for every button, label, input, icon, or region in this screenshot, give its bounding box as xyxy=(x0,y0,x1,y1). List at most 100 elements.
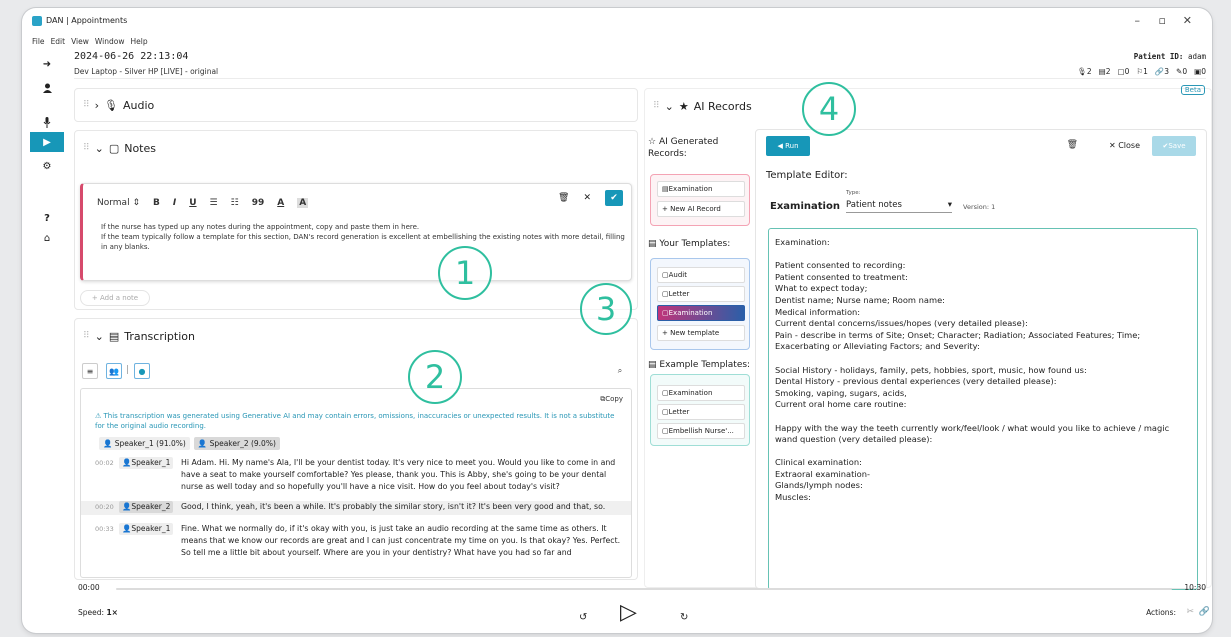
speaker-chip[interactable]: 👤 Speaker_2 (9.0%) xyxy=(193,437,280,450)
italic-button[interactable]: I xyxy=(173,198,176,208)
copy-button[interactable]: ⧉Copy xyxy=(600,395,623,404)
user-icon[interactable] xyxy=(30,78,64,98)
ai-records-header[interactable]: ⠿ ⌄ ★ AI Records xyxy=(653,89,752,123)
user-icon: 👤 xyxy=(122,458,132,467)
check-icon: ✔ xyxy=(610,193,618,203)
add-note-button[interactable]: + Add a note xyxy=(80,290,150,306)
play-icon[interactable]: ▶ xyxy=(30,132,64,152)
link-count-icon: 🔗 xyxy=(1154,67,1165,76)
menu-edit[interactable]: Edit xyxy=(51,37,66,46)
audio-header[interactable]: ⠿ › 🎙 Audio xyxy=(83,89,154,121)
line-time: 00:02 xyxy=(95,459,114,467)
rewind-icon[interactable]: ↺ xyxy=(579,612,587,623)
gears-icon[interactable]: ⚙ xyxy=(30,156,64,176)
text-color-button[interactable]: A xyxy=(277,198,284,208)
separator: | xyxy=(126,365,130,375)
menu-bar: File Edit View Window Help xyxy=(32,37,148,46)
forward-icon[interactable]: ↻ xyxy=(680,612,688,623)
save-button[interactable]: ✔ Save xyxy=(1152,136,1196,156)
microphone-icon[interactable] xyxy=(30,112,64,132)
ordered-list-icon[interactable]: ☰ xyxy=(210,198,218,208)
menu-file[interactable]: File xyxy=(32,37,45,46)
underline-button[interactable]: U xyxy=(189,198,196,208)
search-icon[interactable]: ⌕ xyxy=(612,363,628,379)
list-item-active[interactable]: ▢ Examination xyxy=(657,305,745,321)
help-icon[interactable]: ? xyxy=(30,208,64,228)
text-style-select[interactable]: Normal ⇕ xyxy=(97,198,140,208)
speaker-chip[interactable]: 👤 Speaker_1 (91.0%) xyxy=(99,437,190,450)
editor-toolbar: Normal ⇕ B I U ☰ ☷ 99 A A xyxy=(97,198,309,208)
bullet-list-icon[interactable]: ☷ xyxy=(231,198,239,208)
palette-icon[interactable]: ● xyxy=(134,363,150,379)
file-icon: ▢ xyxy=(662,271,669,279)
transcription-title: Transcription xyxy=(124,329,195,343)
drag-handle-icon[interactable]: ⠿ xyxy=(653,101,660,111)
version-label: Version: 1 xyxy=(963,203,996,211)
new-ai-record-button[interactable]: + New AI Record xyxy=(657,201,745,217)
record-counts: 🎙2 ▤2 ▢0 ⚐1 🔗3 ✎0 ▣0 xyxy=(1077,67,1206,76)
link-count: 🔗3 xyxy=(1154,67,1170,76)
menu-window[interactable]: Window xyxy=(95,37,125,46)
transcript-line[interactable]: 00:02 👤Speaker_1 Hi Adam. Hi. My name's … xyxy=(81,457,631,495)
transcription-header[interactable]: ⠿ ⌄ ▤ Transcription xyxy=(83,319,195,353)
maximize-button[interactable]: ▫ xyxy=(1159,14,1166,27)
close-icon[interactable]: ✕ xyxy=(583,193,591,203)
scissors-icon[interactable]: ✂ xyxy=(1186,607,1194,617)
note-editor[interactable]: Normal ⇕ B I U ☰ ☷ 99 A A 🗑 ✕ ✔ If the n… xyxy=(80,183,632,281)
drag-handle-icon[interactable]: ⠿ xyxy=(83,100,90,110)
trash-icon[interactable]: 🗑 xyxy=(558,193,569,203)
list-item[interactable]: ▢ Letter xyxy=(657,286,745,302)
flag-count: ⚐1 xyxy=(1136,67,1148,76)
chevron-down-icon[interactable]: ⌄ xyxy=(665,100,674,113)
chevron-down-icon[interactable]: ⌄ xyxy=(95,142,104,155)
speaker-chips: 👤 Speaker_1 (91.0%) 👤 Speaker_2 (9.0%) xyxy=(99,437,280,450)
list-item[interactable]: ▤ Examination xyxy=(657,181,745,197)
new-template-button[interactable]: + New template xyxy=(657,325,745,341)
file-icon: ▢ xyxy=(662,389,669,397)
speakers-icon[interactable]: 👥 xyxy=(106,363,122,379)
drag-handle-icon[interactable]: ⠿ xyxy=(83,143,90,153)
line-speaker[interactable]: 👤Speaker_1 xyxy=(119,457,174,469)
list-item[interactable]: ▢ Letter xyxy=(657,404,745,420)
line-speaker[interactable]: 👤Speaker_2 xyxy=(119,501,174,513)
audio-title: Audio xyxy=(122,98,155,112)
seek-bar[interactable] xyxy=(116,588,1172,590)
type-select[interactable]: Patient notes ▾ xyxy=(846,197,952,213)
transcript-line[interactable]: 00:20 👤Speaker_2 Good, I think, yeah, it… xyxy=(81,501,631,515)
arrow-right-icon[interactable]: ➜ xyxy=(30,54,64,74)
link-icon[interactable]: 🔗 xyxy=(1199,607,1210,617)
confirm-button[interactable]: ✔ xyxy=(605,190,623,206)
transcript-line[interactable]: 00:33 👤Speaker_1 Fine. What we normally … xyxy=(81,523,631,575)
line-speaker[interactable]: 👤Speaker_1 xyxy=(119,523,174,535)
play-button[interactable]: ▷ xyxy=(620,600,637,625)
list-item[interactable]: ▢ Embellish Nurse'... xyxy=(657,423,745,439)
chevron-down-icon[interactable]: ⌄ xyxy=(95,330,104,343)
file-icon: ▢ xyxy=(662,427,669,435)
highlight-button[interactable]: A xyxy=(297,198,309,208)
callout-2: 2 xyxy=(408,350,462,404)
template-name[interactable]: Examination xyxy=(770,201,840,212)
minimize-button[interactable]: – xyxy=(1135,14,1141,27)
audio-panel: ⠿ › 🎙 Audio xyxy=(74,88,638,122)
bold-button[interactable]: B xyxy=(153,198,160,208)
close-window-button[interactable]: ✕ xyxy=(1183,14,1192,27)
user-icon: 👤 xyxy=(197,439,208,448)
speed-control[interactable]: Speed: 1× xyxy=(78,608,118,617)
menu-help[interactable]: Help xyxy=(130,37,147,46)
trash-icon[interactable]: 🗑 xyxy=(1067,140,1078,150)
list-view-icon[interactable]: ≡ xyxy=(82,363,98,379)
menu-view[interactable]: View xyxy=(71,37,89,46)
drag-handle-icon[interactable]: ⠿ xyxy=(83,331,90,341)
quote-button[interactable]: 99 xyxy=(252,198,265,208)
note-text[interactable]: If the nurse has typed up any notes duri… xyxy=(101,222,626,252)
list-item[interactable]: ▢ Audit xyxy=(657,267,745,283)
home-icon[interactable]: ⌂ xyxy=(30,228,64,248)
window-title: DAN | Appointments xyxy=(46,16,128,25)
close-editor-button[interactable]: ✕ Close xyxy=(1109,141,1140,150)
chevron-right-icon[interactable]: › xyxy=(95,99,99,112)
run-button[interactable]: ◀ Run xyxy=(766,136,810,156)
list-item[interactable]: ▢ Examination xyxy=(657,385,745,401)
patient-id-label: Patient ID: xyxy=(1133,52,1184,61)
template-content[interactable]: Examination: Patient consented to record… xyxy=(768,228,1198,590)
notes-header[interactable]: ⠿ ⌄ ▢ Notes xyxy=(83,131,156,165)
